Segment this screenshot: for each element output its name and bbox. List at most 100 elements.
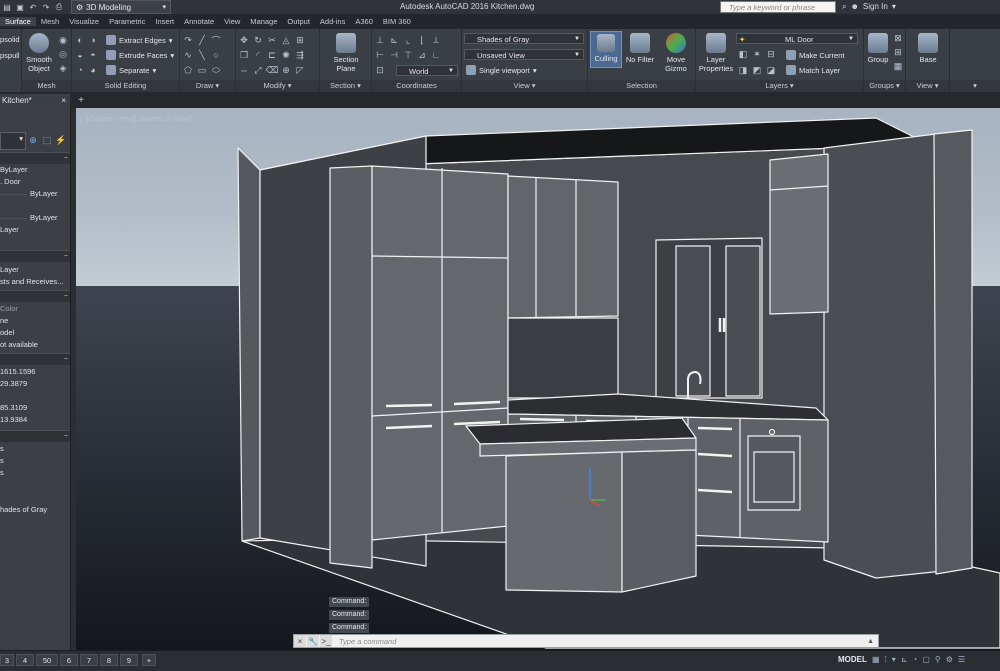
- tab-insert[interactable]: Insert: [150, 17, 179, 26]
- command-recent-icon[interactable]: >_: [320, 635, 332, 647]
- presspull-solid[interactable]: psolid: [0, 35, 20, 44]
- layout-tab-9[interactable]: 9: [120, 654, 138, 666]
- redo-icon[interactable]: ↷: [41, 2, 51, 12]
- layout-tab-50[interactable]: 50: [36, 654, 58, 666]
- polar-icon[interactable]: ◔: [913, 655, 918, 664]
- group-button[interactable]: Group: [866, 33, 890, 64]
- ucs-face-icon[interactable]: ⊢: [375, 50, 385, 60]
- mesh-crease-icon[interactable]: ◈: [58, 63, 68, 73]
- mesh-refine-icon[interactable]: ◎: [58, 49, 68, 59]
- interfere-icon[interactable]: ◓: [88, 50, 98, 60]
- viewport-config-button[interactable]: Single viewport ▾: [466, 65, 537, 75]
- scale-icon[interactable]: ⤢: [253, 65, 263, 75]
- model-space-toggle[interactable]: MODEL: [838, 655, 867, 664]
- section-plane-button[interactable]: Section Plane: [328, 33, 364, 73]
- layer-dropdown[interactable]: ✦ ML Door ▼: [736, 33, 858, 44]
- ucs-origin-icon[interactable]: ⌞: [403, 35, 413, 45]
- layer-previous-icon[interactable]: ◪: [766, 65, 776, 75]
- quick-select-icon[interactable]: ⚡: [55, 135, 66, 145]
- tab-add-ins[interactable]: Add-ins: [315, 17, 350, 26]
- new-layout-button[interactable]: +: [142, 654, 156, 666]
- group-select-icon[interactable]: ▦: [893, 61, 903, 71]
- layer-off-icon[interactable]: ◧: [738, 49, 748, 59]
- prop-center-x[interactable]: 1615.1596: [0, 366, 70, 378]
- prop-width[interactable]: 13.9384: [0, 414, 70, 426]
- layout-tab-6[interactable]: 6: [60, 654, 78, 666]
- binoculars-icon[interactable]: ⌕: [842, 0, 846, 14]
- close-icon[interactable]: ×: [61, 94, 66, 108]
- prop-shadow[interactable]: sts and Receives...: [0, 276, 70, 288]
- layout-tab-4[interactable]: 4: [16, 654, 34, 666]
- separate-button[interactable]: Separate ▾: [106, 65, 156, 75]
- union-icon[interactable]: ◐: [75, 35, 85, 45]
- extrude-faces-button[interactable]: Extrude Faces ▾: [106, 50, 174, 60]
- array-icon[interactable]: ⊞: [295, 35, 305, 45]
- ucs-world-icon[interactable]: ⊾: [389, 35, 399, 45]
- file-tab-kitchen[interactable]: Kitchen* ×: [0, 94, 70, 108]
- ellipse-icon[interactable]: ⬭: [211, 65, 221, 75]
- ucs-dropdown[interactable]: World ▼: [396, 65, 458, 76]
- prop-ucs-icon-origin[interactable]: s: [0, 455, 70, 467]
- mirror3d-icon[interactable]: ◬: [281, 35, 291, 45]
- print-icon[interactable]: ⎙: [54, 2, 64, 12]
- layout-tab-8[interactable]: 8: [100, 654, 118, 666]
- join-icon[interactable]: ⊕: [281, 65, 291, 75]
- explode-icon[interactable]: ✺: [281, 50, 291, 60]
- prop-height[interactable]: 85.3109: [0, 402, 70, 414]
- section-misc[interactable]: −: [0, 430, 70, 442]
- spline-icon[interactable]: ∿: [183, 50, 193, 60]
- extract-edges-button[interactable]: Extract Edges ▾: [106, 35, 172, 45]
- ucs-y-icon[interactable]: ∟: [431, 50, 441, 60]
- layout-tab-3[interactable]: 3: [0, 654, 14, 666]
- prop-ucs-per-viewport[interactable]: s: [0, 467, 70, 479]
- open-icon[interactable]: ▤: [2, 2, 12, 12]
- tab-view[interactable]: View: [219, 17, 245, 26]
- visual-style-dropdown[interactable]: Shades of Gray ▼: [464, 33, 584, 44]
- ucs-x-icon[interactable]: ⊿: [417, 50, 427, 60]
- line-icon[interactable]: ╱: [197, 35, 207, 45]
- new-tab-button[interactable]: +: [74, 95, 88, 107]
- annotation-icon[interactable]: ⚲: [935, 655, 941, 664]
- drawing-viewport[interactable]: [76, 108, 1000, 650]
- layer-isolate-icon[interactable]: ◨: [738, 65, 748, 75]
- align-icon[interactable]: ⇶: [295, 50, 305, 60]
- make-current-button[interactable]: Make Current: [786, 50, 844, 60]
- toggle-pickadd-icon[interactable]: ⊕: [28, 135, 38, 145]
- wrench-icon[interactable]: 🔧: [307, 635, 319, 647]
- mesh-icon[interactable]: ◉: [58, 35, 68, 45]
- layer-lock-icon[interactable]: ⊟: [766, 49, 776, 59]
- ungroup-icon[interactable]: ⊠: [893, 33, 903, 43]
- intersect-icon[interactable]: ◒: [75, 50, 85, 60]
- culling-button[interactable]: Culling: [590, 31, 622, 68]
- move-gizmo-button[interactable]: Move Gizmo: [660, 33, 692, 73]
- slice-icon[interactable]: ◔: [75, 65, 85, 75]
- chevron-down-icon[interactable]: ▾: [892, 655, 896, 664]
- prop-plot-attached[interactable]: odel: [0, 327, 70, 339]
- select-objects-icon[interactable]: ⬚: [42, 135, 52, 145]
- erase-icon[interactable]: ⌫: [266, 65, 279, 75]
- trim-icon[interactable]: ✂: [267, 35, 277, 45]
- workspace-dropdown[interactable]: ⚙ 3D Modeling ▾: [71, 0, 171, 14]
- layer-freeze-icon[interactable]: ✶: [752, 49, 762, 59]
- search-input[interactable]: Type a keyword or phrase: [720, 1, 836, 13]
- arc-icon[interactable]: ⌒: [211, 35, 221, 46]
- grid-icon[interactable]: ▦: [872, 655, 880, 664]
- smooth-object-button[interactable]: Smooth Object: [24, 33, 54, 73]
- thicken-icon[interactable]: ◕: [88, 65, 98, 75]
- save-icon[interactable]: ▣: [15, 2, 25, 12]
- copy-icon[interactable]: ❐: [239, 50, 249, 60]
- prop-ucs-icon-on[interactable]: s: [0, 443, 70, 455]
- tab-output[interactable]: Output: [282, 17, 315, 26]
- section-view[interactable]: −: [0, 353, 70, 365]
- layout-tab-7[interactable]: 7: [80, 654, 98, 666]
- customize-icon[interactable]: ☰: [958, 655, 965, 664]
- object-selector[interactable]: ▾: [0, 132, 26, 150]
- sign-in[interactable]: ⌕ ☻ Sign In ▾: [842, 0, 896, 14]
- base-view-button[interactable]: Base: [912, 33, 944, 64]
- ucs-zaxis-icon[interactable]: ⌊: [417, 35, 427, 45]
- prop-plot-style[interactable]: Color: [0, 303, 70, 315]
- section-plot-style[interactable]: −: [0, 290, 70, 302]
- group-edit-icon[interactable]: ⊞: [893, 47, 903, 57]
- prop-plot-type[interactable]: ot available: [0, 339, 70, 351]
- polyline-icon[interactable]: ↷: [183, 35, 193, 45]
